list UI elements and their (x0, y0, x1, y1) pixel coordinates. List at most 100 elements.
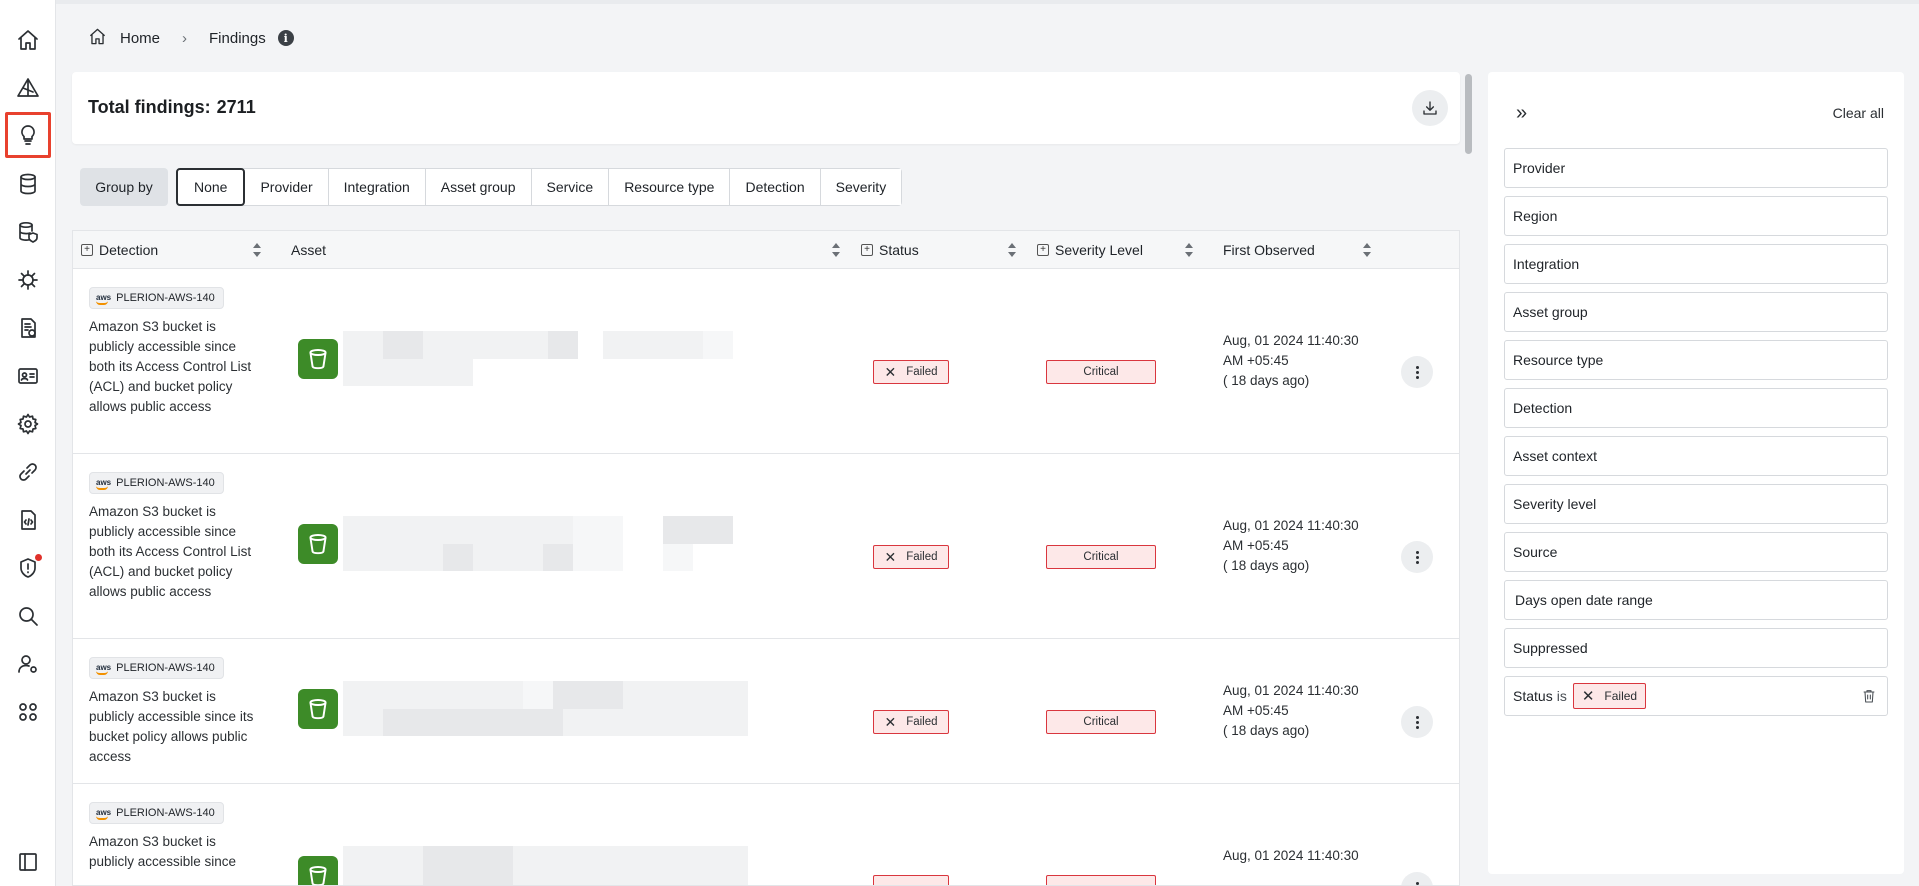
info-icon[interactable]: i (277, 30, 294, 46)
group-by-options: None Provider Integration Asset group Se… (176, 168, 903, 206)
redacted-asset (343, 846, 748, 885)
filter-asset-context[interactable]: Asset context (1504, 436, 1888, 476)
id-card-icon[interactable] (8, 356, 48, 396)
scrollbar-thumb[interactable] (1465, 74, 1472, 154)
database-icon[interactable] (8, 164, 48, 204)
s3-bucket-icon (298, 856, 338, 885)
filter-days-open-date-range[interactable]: Days open date range (1504, 580, 1888, 620)
filter-panel: » Clear all Provider Region Integration … (1488, 72, 1904, 874)
redacted-asset (343, 516, 733, 571)
filter-region[interactable]: Region (1504, 196, 1888, 236)
active-filter-value[interactable]: ✕ Failed (1572, 683, 1647, 709)
sort-icon[interactable] (253, 243, 261, 257)
s3-bucket-icon (298, 339, 338, 379)
notification-dot (35, 554, 42, 561)
clear-all-button[interactable]: Clear all (1833, 105, 1884, 121)
sort-icon[interactable] (832, 243, 840, 257)
column-header-first-observed[interactable]: First Observed (1223, 231, 1315, 269)
user-cog-icon[interactable] (8, 644, 48, 684)
findings-main: Total findings: 2711 Group by None Provid… (72, 72, 1460, 886)
expand-icon[interactable]: + (861, 244, 873, 256)
code-file-icon[interactable] (8, 500, 48, 540)
group-by-integration[interactable]: Integration (328, 169, 426, 205)
main-scrollbar[interactable] (1464, 72, 1473, 886)
breadcrumb: Home › Findings i (88, 27, 294, 49)
left-rail (0, 0, 56, 886)
detection-id-chip: aws PLERION-AWS-140 (89, 802, 224, 824)
search-icon[interactable] (8, 596, 48, 636)
row-actions-button[interactable] (1401, 356, 1433, 388)
expand-icon[interactable]: + (1037, 244, 1049, 256)
filter-resource-type[interactable]: Resource type (1504, 340, 1888, 380)
severity-badge: Critical (1046, 360, 1156, 384)
sort-icon[interactable] (1008, 243, 1016, 257)
redacted-asset (343, 681, 748, 736)
group-by-asset-group[interactable]: Asset group (425, 169, 532, 205)
first-observed: Aug, 01 2024 11:40:30 AM +05:45( 18 days… (1223, 333, 1359, 388)
redacted-asset (343, 331, 733, 386)
row-actions-button[interactable] (1401, 706, 1433, 738)
group-by-severity[interactable]: Severity (820, 169, 902, 205)
filter-integration[interactable]: Integration (1504, 244, 1888, 284)
lightbulb-icon[interactable] (5, 112, 51, 158)
first-observed: Aug, 01 2024 11:40:30 (1223, 848, 1359, 863)
link-icon[interactable] (8, 452, 48, 492)
filter-suppressed[interactable]: Suppressed (1504, 628, 1888, 668)
group-by-service[interactable]: Service (531, 169, 610, 205)
sidebar-toggle-icon[interactable] (8, 842, 48, 882)
bug-icon[interactable] (8, 260, 48, 300)
shield-icon[interactable] (8, 548, 48, 588)
group-by-resource-type[interactable]: Resource type (609, 169, 731, 205)
aws-logo: aws (96, 808, 112, 820)
filter-detection[interactable]: Detection (1504, 388, 1888, 428)
column-header-detection[interactable]: + Detection (81, 231, 158, 269)
group-by-none[interactable]: None (176, 168, 246, 206)
filter-severity-level[interactable]: Severity level (1504, 484, 1888, 524)
s3-bucket-icon (298, 689, 338, 729)
table-row[interactable]: aws PLERION-AWS-140 Amazon S3 bucket is p… (73, 269, 1459, 454)
table-row[interactable]: aws PLERION-AWS-140 Amazon S3 bucket is p… (73, 454, 1459, 639)
trash-icon[interactable] (1861, 688, 1877, 704)
first-observed: Aug, 01 2024 11:40:30 AM +05:45( 18 days… (1223, 518, 1359, 573)
row-actions-button[interactable] (1401, 541, 1433, 573)
active-filter-field: Status (1513, 688, 1553, 704)
breadcrumb-home-link[interactable]: Home (120, 30, 160, 47)
apps-icon[interactable] (8, 692, 48, 732)
chevron-right-icon: › (182, 29, 188, 47)
table-row[interactable]: aws PLERION-AWS-140 Amazon S3 bucket is p… (73, 639, 1459, 784)
group-by-detection[interactable]: Detection (730, 169, 821, 205)
status-badge: ✕ Failed (873, 545, 949, 569)
row-actions-button[interactable] (1401, 872, 1433, 885)
expand-icon[interactable]: + (81, 244, 93, 256)
sort-icon[interactable] (1185, 243, 1193, 257)
table-row[interactable]: aws PLERION-AWS-140 Amazon S3 bucket is p… (73, 784, 1459, 885)
filter-source[interactable]: Source (1504, 532, 1888, 572)
home-icon[interactable] (8, 20, 48, 60)
findings-table: + Detection Asset + Status + Severity Level… (72, 230, 1460, 886)
status-badge (873, 875, 949, 885)
aws-logo: aws (96, 478, 112, 490)
detection-description: Amazon S3 bucket is publicly accessible … (89, 834, 237, 869)
alert-triangle-icon[interactable] (8, 68, 48, 108)
filter-provider[interactable]: Provider (1504, 148, 1888, 188)
severity-badge: Critical (1046, 710, 1156, 734)
collapse-panel-icon[interactable]: » (1516, 102, 1527, 125)
home-icon[interactable] (88, 27, 107, 50)
download-button[interactable] (1412, 90, 1448, 126)
close-icon: ✕ (884, 713, 897, 730)
close-icon: ✕ (1581, 688, 1595, 705)
filter-asset-group[interactable]: Asset group (1504, 292, 1888, 332)
sort-icon[interactable] (1363, 243, 1371, 257)
column-header-severity-level[interactable]: + Severity Level (1037, 231, 1143, 269)
gear-icon[interactable] (8, 404, 48, 444)
aws-logo: aws (96, 663, 112, 675)
top-divider (56, 0, 1919, 4)
column-header-asset[interactable]: Asset (291, 231, 326, 269)
active-filter-status[interactable]: Status is ✕ Failed (1504, 676, 1888, 716)
breadcrumb-current: Findings (209, 29, 266, 47)
database-shield-icon[interactable] (8, 212, 48, 252)
group-by-provider[interactable]: Provider (245, 169, 329, 205)
column-header-status[interactable]: + Status (861, 231, 919, 269)
detection-description: Amazon S3 bucket is publicly accessible … (89, 689, 254, 764)
report-icon[interactable] (8, 308, 48, 348)
